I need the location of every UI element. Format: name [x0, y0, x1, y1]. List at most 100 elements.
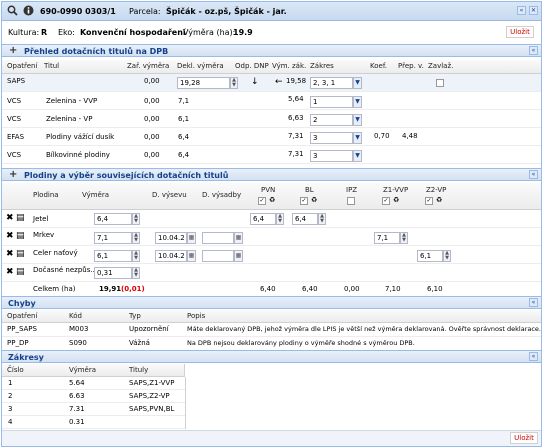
- edit-icon[interactable]: ▤: [16, 213, 25, 223]
- chevron-down-icon[interactable]: ▼: [353, 77, 362, 89]
- delete-icon[interactable]: ✖: [6, 213, 14, 223]
- refresh-icon[interactable]: ♻: [269, 196, 275, 204]
- save-button-bottom[interactable]: Uložit: [510, 432, 538, 444]
- row-zar: 0,00: [144, 151, 160, 159]
- chyby-section-header[interactable]: Chyby «: [2, 296, 541, 309]
- chyba-kod: S090: [69, 339, 87, 347]
- refresh-icon[interactable]: ♻: [311, 196, 317, 204]
- zakres-row: 4 0.31: [2, 416, 185, 429]
- delete-icon[interactable]: ✖: [6, 267, 14, 277]
- collapse-icon[interactable]: «: [517, 6, 526, 15]
- zakres-select[interactable]: 3: [310, 132, 353, 144]
- zakres-tituly: SAPS,Z1-VVP: [129, 379, 175, 387]
- zakres-select[interactable]: 1: [310, 96, 353, 108]
- bl-spinner[interactable]: ▲ ▼: [318, 213, 326, 225]
- delete-icon[interactable]: ✖: [6, 231, 14, 241]
- col-plodina: Plodina: [33, 191, 59, 199]
- chevron-down-icon[interactable]: ▼: [353, 150, 362, 162]
- vysadba-date-input[interactable]: [202, 250, 234, 262]
- close-icon[interactable]: ✕: [529, 6, 538, 15]
- arrow-left-icon[interactable]: ←: [275, 77, 283, 87]
- plodina-vymera-input[interactable]: 6,1: [94, 250, 132, 262]
- calendar-icon[interactable]: ▦: [187, 250, 196, 262]
- collapse-icon[interactable]: «: [529, 298, 538, 307]
- dpb-row: VCS Bílkovinné plodiny 0,00 6,4 7,31 3 ▼: [2, 146, 541, 164]
- bl-checkbox[interactable]: ✓: [300, 197, 308, 205]
- search-icon[interactable]: [7, 5, 18, 16]
- eko-value: Konvenční hospodaření: [80, 28, 186, 37]
- row-vym: 5,64: [288, 95, 304, 103]
- z1-input[interactable]: 7,1: [374, 232, 400, 244]
- row-opatreni: VCS: [7, 115, 22, 123]
- refresh-icon[interactable]: ♻: [436, 196, 442, 204]
- plodiny-total-row: Celkem (ha) 19,91 (0,01) 6,40 6,40 0,00 …: [2, 282, 541, 296]
- total-bl: 6,40: [302, 285, 318, 293]
- pvn-spinner[interactable]: ▲ ▼: [276, 213, 284, 225]
- edit-icon[interactable]: ▤: [16, 249, 25, 259]
- chevron-down-icon[interactable]: ▼: [353, 96, 362, 108]
- dpb-section-header[interactable]: + Přehled dotačních titulů na DPB «: [2, 44, 541, 57]
- col-kod: Kód: [69, 312, 82, 320]
- calendar-icon[interactable]: ▦: [187, 232, 196, 244]
- ipz-checkbox[interactable]: [347, 197, 355, 205]
- col-prep-v: Přep. v.: [398, 62, 424, 70]
- dekl-vymera-spinner[interactable]: ▲ ▼: [230, 77, 238, 89]
- collapse-icon[interactable]: «: [529, 352, 538, 361]
- zakres-select[interactable]: 2, 3, 1: [310, 77, 353, 89]
- z1-checkbox[interactable]: ✓: [382, 197, 390, 205]
- row-opatreni: SAPS: [7, 77, 26, 85]
- zakres-select[interactable]: 3: [310, 150, 353, 162]
- pvn-input[interactable]: 6,4: [250, 213, 276, 225]
- row-titul: Zelenina - VVP: [46, 97, 98, 105]
- row-zar: 0,00: [144, 97, 160, 105]
- row-vym: 7,31: [288, 132, 304, 140]
- vymera-label: Výměra (ha):: [183, 28, 236, 37]
- refresh-icon[interactable]: ♻: [393, 196, 399, 204]
- plodina-row: ✖ ▤ Celer naťový 6,1 ▲ ▼ 10.04.2 ▦ ▦ 6,1 …: [2, 246, 541, 264]
- chyba-row: PP_DP S090 Vážná Na DPB nejsou deklarová…: [2, 337, 541, 351]
- vysadba-date-input[interactable]: [202, 232, 234, 244]
- vysev-date-input[interactable]: 10.04.2: [155, 250, 187, 262]
- vymera-spinner[interactable]: ▲ ▼: [132, 213, 140, 225]
- plus-icon[interactable]: +: [9, 46, 17, 56]
- row-titul: Plodiny vážící dusík: [46, 133, 115, 141]
- vysev-date-input[interactable]: 10.04.2: [155, 232, 187, 244]
- zakres-select[interactable]: 2: [310, 114, 353, 126]
- calendar-icon[interactable]: ▦: [234, 250, 243, 262]
- zavlaz-checkbox[interactable]: [436, 79, 444, 87]
- col-z2: Z2-VP: [426, 186, 447, 194]
- bl-input[interactable]: 6,4: [292, 213, 318, 225]
- edit-icon[interactable]: ▤: [16, 267, 25, 277]
- z2-checkbox[interactable]: ✓: [425, 197, 433, 205]
- arrow-down-icon[interactable]: ↓: [251, 77, 259, 87]
- vymera-spinner[interactable]: ▲ ▼: [132, 267, 140, 279]
- z2-input[interactable]: 6,1: [417, 250, 443, 262]
- collapse-icon[interactable]: «: [529, 46, 538, 55]
- plodina-vymera-input[interactable]: 0,31: [94, 267, 132, 279]
- delete-icon[interactable]: ✖: [6, 249, 14, 259]
- plodina-vymera-input[interactable]: 7,1: [94, 232, 132, 244]
- collapse-icon[interactable]: «: [529, 170, 538, 179]
- zakresy-section-header[interactable]: Zákresy «: [2, 350, 541, 363]
- dekl-vymera-input[interactable]: 19,28: [177, 77, 230, 89]
- dpb-row: VCS Zelenina - VVP 0,00 7,1 5,64 1 ▼: [2, 92, 541, 110]
- z2-spinner[interactable]: ▲ ▼: [443, 250, 451, 262]
- pvn-checkbox[interactable]: ✓: [258, 197, 266, 205]
- row-opatreni: VCS: [7, 151, 22, 159]
- calendar-icon[interactable]: ▦: [234, 232, 243, 244]
- vymera-spinner[interactable]: ▲ ▼: [132, 250, 140, 262]
- plodiny-section-header[interactable]: + Plodiny a výběr souvisejících dotačníc…: [2, 168, 541, 181]
- save-button-top[interactable]: Uložit: [506, 26, 534, 38]
- col-ipz: IPZ: [346, 186, 358, 194]
- edit-icon[interactable]: ▤: [16, 231, 25, 241]
- col-titul: Titul: [44, 62, 60, 70]
- plodina-vymera-input[interactable]: 6,4: [94, 213, 132, 225]
- chevron-down-icon[interactable]: ▼: [353, 132, 362, 144]
- z1-spinner[interactable]: ▲ ▼: [400, 232, 408, 244]
- vymera-spinner[interactable]: ▲ ▼: [132, 232, 140, 244]
- kultura-value: R: [41, 28, 48, 37]
- info-icon[interactable]: [23, 5, 34, 16]
- plus-icon[interactable]: +: [9, 170, 17, 180]
- col-bl: BL: [305, 186, 314, 194]
- chevron-down-icon[interactable]: ▼: [353, 114, 362, 126]
